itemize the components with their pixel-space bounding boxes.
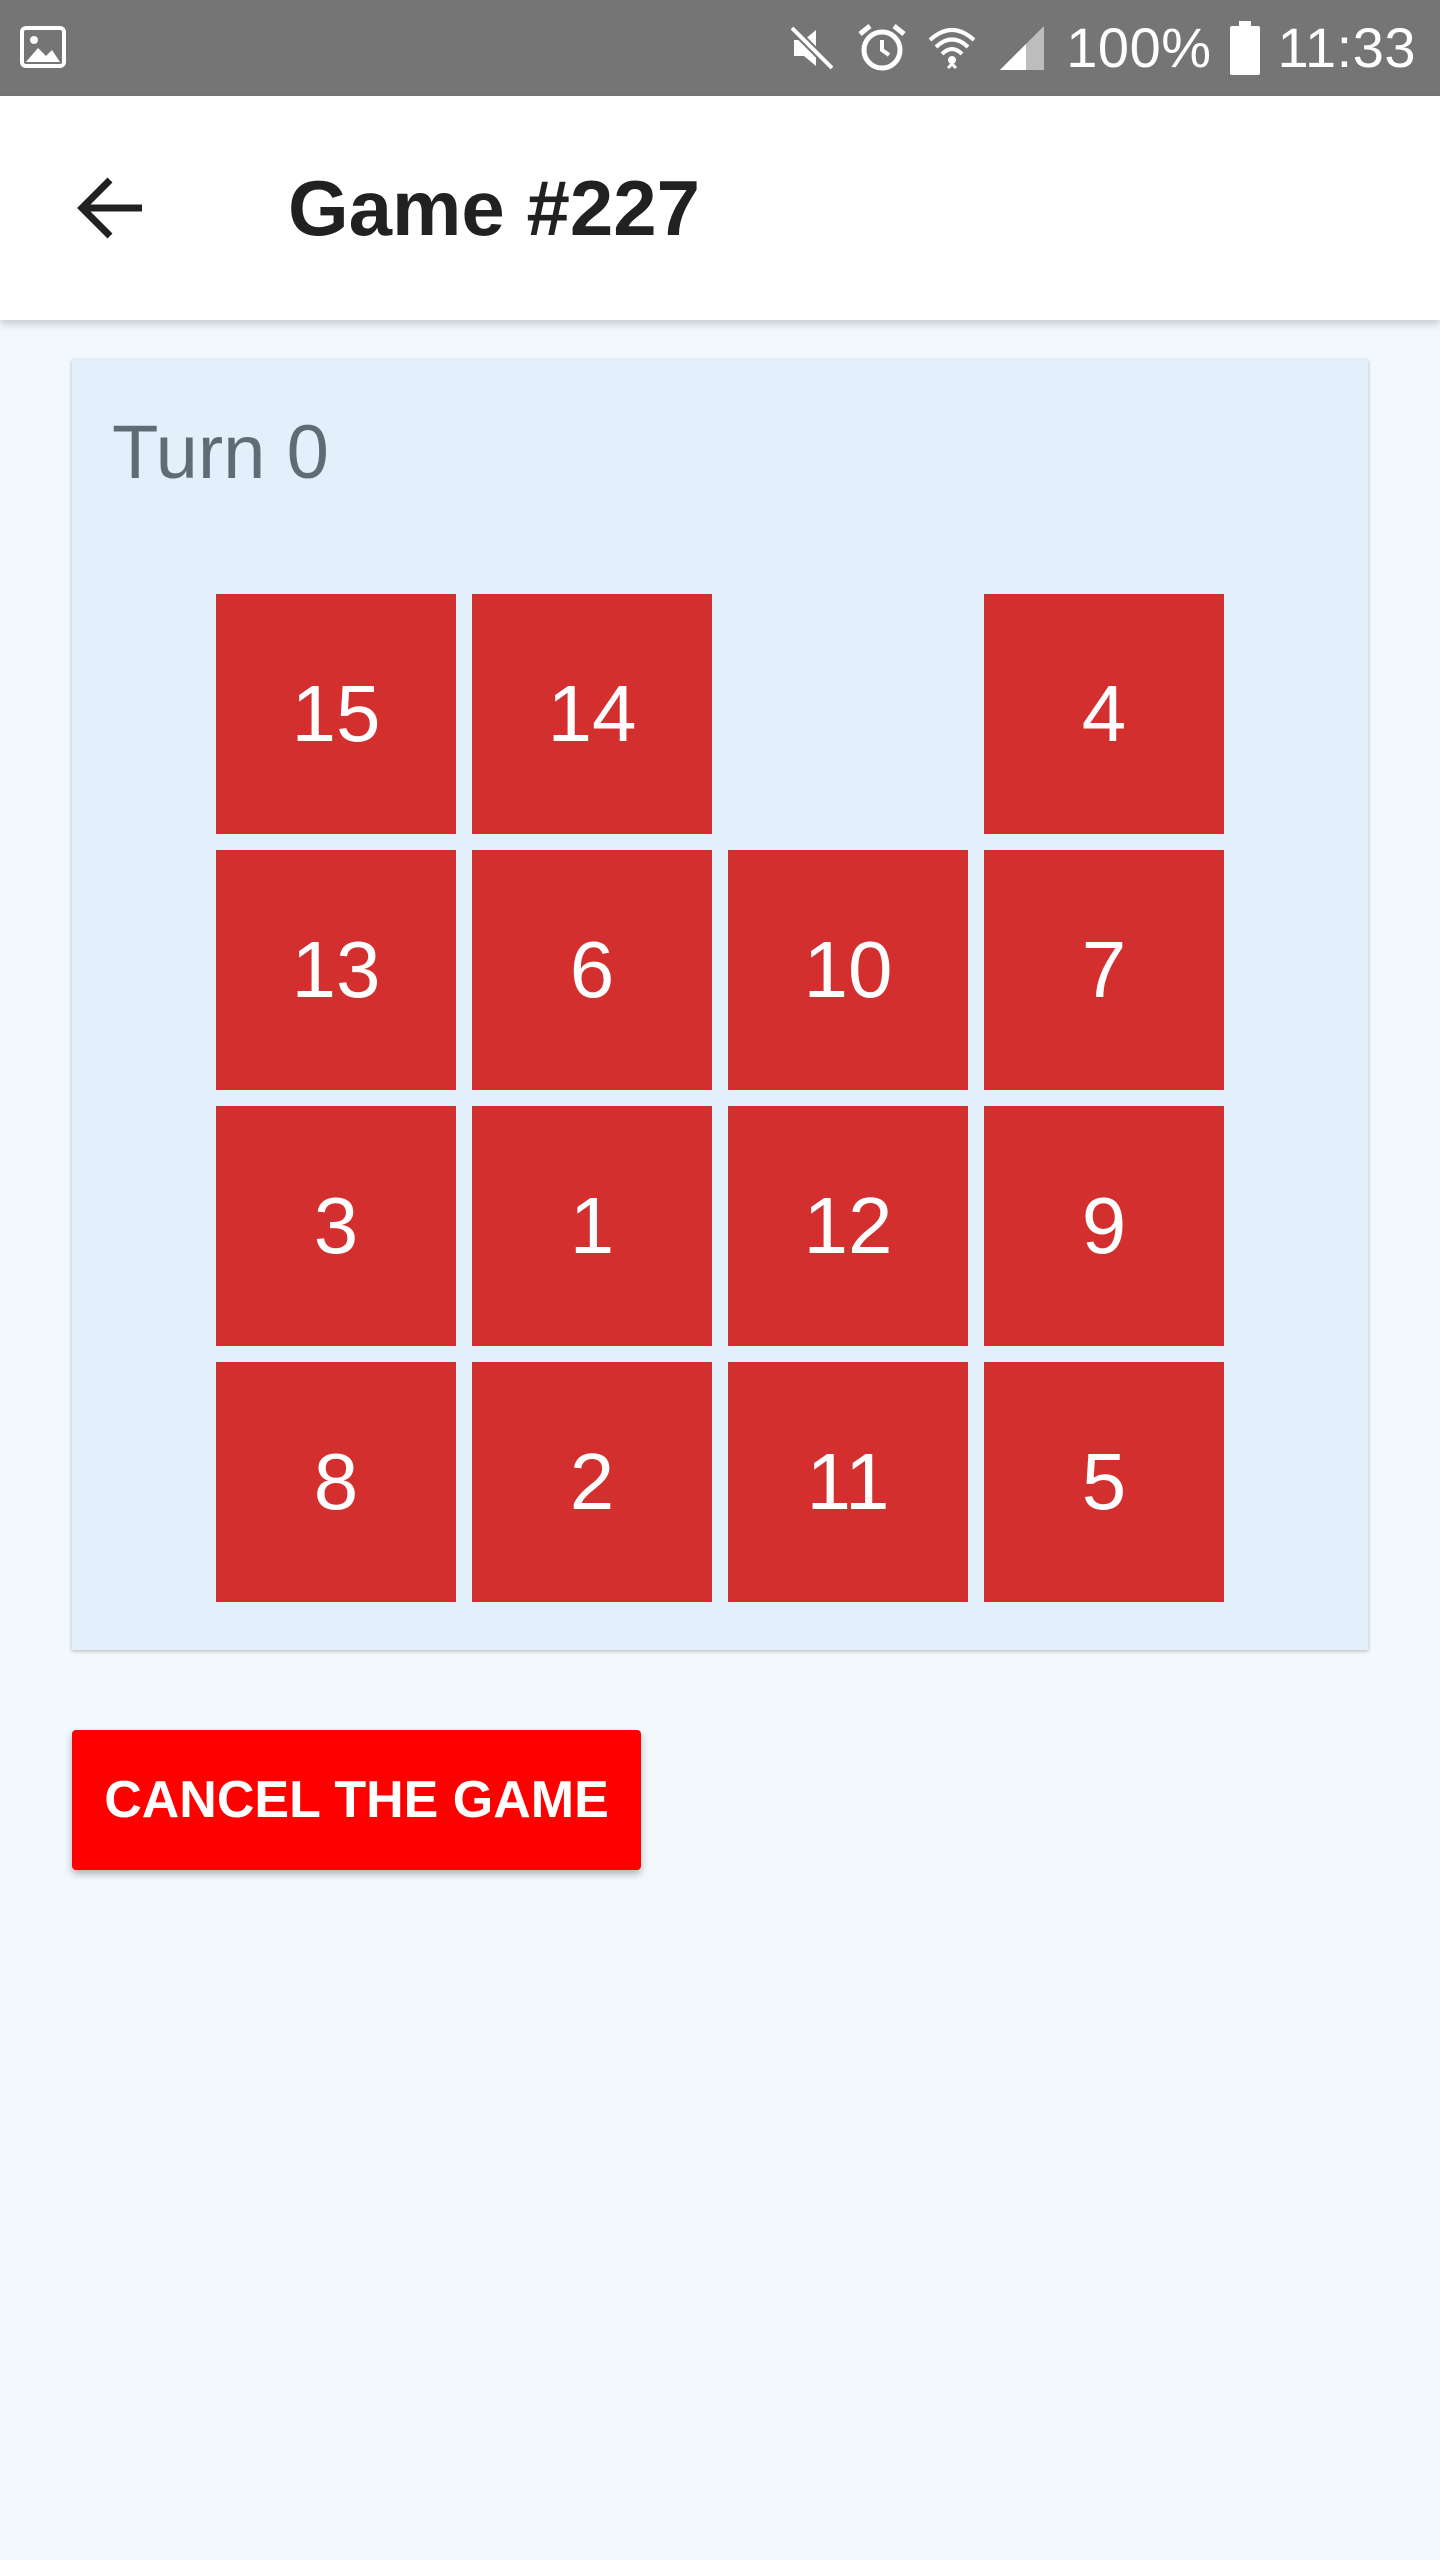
app-bar: Game #227 (0, 96, 1440, 320)
puzzle-tile[interactable]: 6 (472, 850, 712, 1090)
puzzle-tile[interactable]: 13 (216, 850, 456, 1090)
puzzle-tile[interactable]: 2 (472, 1362, 712, 1602)
puzzle-tile[interactable]: 5 (984, 1362, 1224, 1602)
back-button[interactable] (56, 158, 166, 258)
puzzle-board: 15 14 4 13 6 10 7 3 1 12 9 8 2 11 5 (216, 594, 1224, 1602)
puzzle-tile[interactable]: 15 (216, 594, 456, 834)
game-card: Turn 0 15 14 4 13 6 10 7 3 1 12 9 8 2 11… (72, 360, 1368, 1650)
battery-percent: 100% (1066, 16, 1212, 79)
status-bar: 100% 11:33 (0, 0, 1440, 96)
arrow-left-icon (77, 177, 142, 239)
alarm-icon (856, 22, 908, 74)
mute-icon (786, 22, 838, 74)
puzzle-tile[interactable]: 9 (984, 1106, 1224, 1346)
clock: 11:33 (1277, 16, 1416, 79)
turn-label: Turn 0 (112, 410, 329, 495)
puzzle-tile[interactable]: 12 (728, 1106, 968, 1346)
puzzle-tile[interactable]: 11 (728, 1362, 968, 1602)
puzzle-tile[interactable]: 3 (216, 1106, 456, 1346)
puzzle-tile[interactable]: 4 (984, 594, 1224, 834)
puzzle-tile[interactable]: 14 (472, 594, 712, 834)
puzzle-tile[interactable]: 1 (472, 1106, 712, 1346)
puzzle-tile[interactable]: 8 (216, 1362, 456, 1602)
cancel-game-button[interactable]: CANCEL THE GAME (72, 1730, 641, 1870)
battery-icon (1229, 21, 1260, 75)
empty-slot (728, 594, 968, 834)
wifi-icon (926, 22, 978, 74)
signal-icon (996, 22, 1048, 74)
page-title: Game #227 (288, 164, 700, 252)
puzzle-tile[interactable]: 7 (984, 850, 1224, 1090)
image-icon (20, 24, 66, 70)
puzzle-tile[interactable]: 10 (728, 850, 968, 1090)
